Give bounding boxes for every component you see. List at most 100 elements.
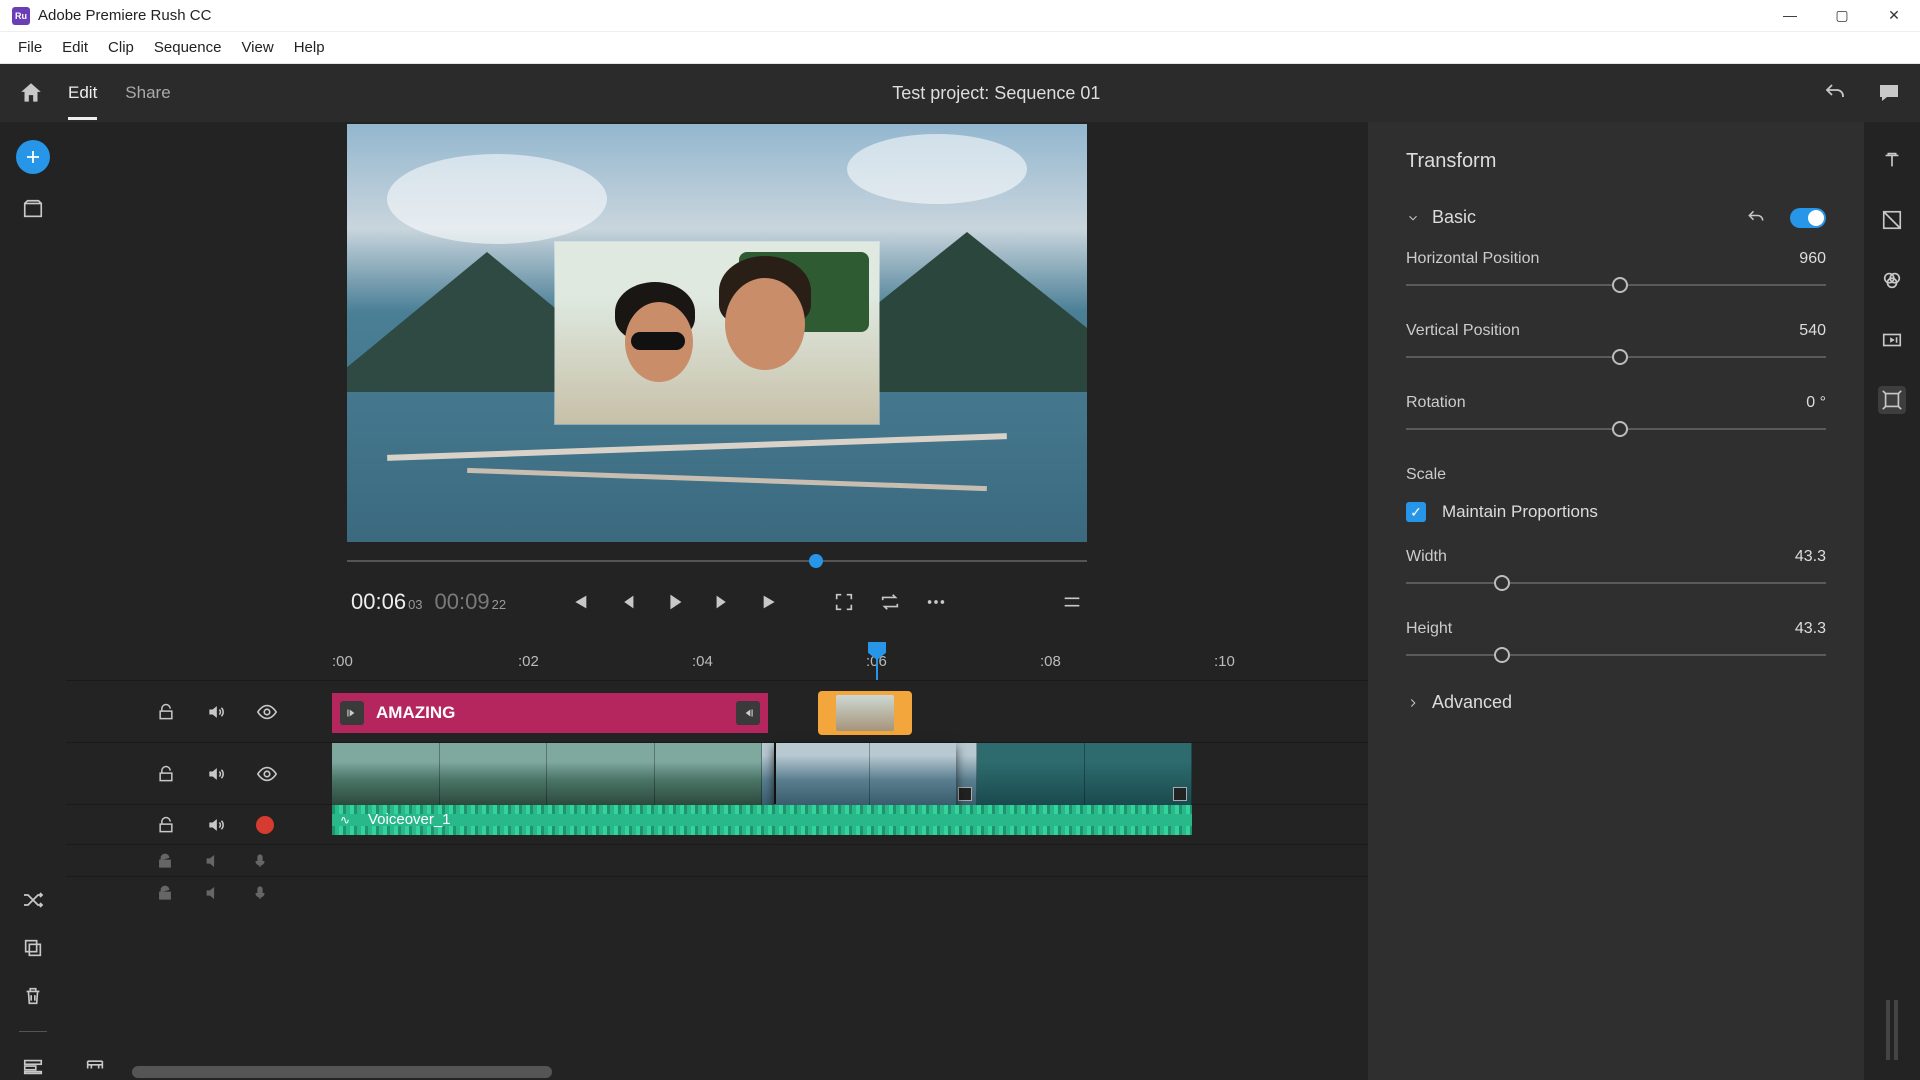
width-slider[interactable] (1406, 572, 1826, 594)
lock-icon[interactable] (156, 815, 176, 835)
step-forward-icon[interactable] (712, 591, 734, 613)
trash-icon[interactable] (20, 983, 46, 1009)
track-v1 (66, 742, 1368, 804)
project-title: Test project: Sequence 01 (171, 83, 1822, 104)
audio-meters (1886, 1000, 1898, 1060)
width-value[interactable]: 43.3 (1795, 548, 1826, 566)
pip-clip[interactable] (818, 691, 912, 735)
fullscreen-icon[interactable] (833, 591, 855, 613)
vpos-value[interactable]: 540 (1799, 322, 1826, 340)
track-a2 (66, 844, 1368, 876)
pip-overlay (555, 242, 879, 424)
lock-icon[interactable] (156, 764, 176, 784)
height-slider[interactable] (1406, 644, 1826, 666)
project-panel-icon[interactable] (20, 196, 46, 222)
go-to-start-icon[interactable] (568, 591, 590, 613)
tab-share[interactable]: Share (125, 67, 170, 119)
more-options-icon[interactable] (925, 591, 947, 613)
window-maximize-button[interactable]: ▢ (1834, 7, 1850, 24)
panel-title: Transform (1406, 150, 1826, 173)
video-clip[interactable] (332, 743, 1192, 805)
record-button[interactable] (256, 816, 274, 834)
mic-icon[interactable] (252, 885, 268, 901)
eye-icon[interactable] (256, 701, 278, 723)
feedback-icon[interactable] (1876, 81, 1902, 105)
mute-icon[interactable] (206, 764, 226, 784)
ruler-mark: :02 (518, 653, 539, 670)
video-preview[interactable] (347, 124, 1087, 542)
basic-toggle[interactable] (1790, 208, 1826, 228)
mute-icon[interactable] (206, 815, 226, 835)
title-clip[interactable]: AMAZING (332, 693, 768, 733)
menu-clip[interactable]: Clip (100, 35, 142, 60)
chevron-down-icon (1406, 211, 1420, 225)
timeline-scrollbar[interactable] (132, 1066, 552, 1078)
transform-tool-icon[interactable] (1878, 386, 1906, 414)
lock-icon[interactable] (156, 702, 176, 722)
timeline: :00 :02 :04 :06 :08 :10 AMAZING (66, 642, 1368, 1080)
timecode-duration-frames: 22 (492, 597, 506, 612)
titles-tool-icon[interactable] (1878, 146, 1906, 174)
menu-sequence[interactable]: Sequence (146, 35, 230, 60)
snap-icon[interactable] (84, 1052, 106, 1074)
audio-clip-label: Voiceover_1 (368, 811, 451, 828)
basic-label: Basic (1432, 207, 1734, 228)
lock-icon[interactable] (156, 884, 174, 902)
basic-section-header[interactable]: Basic (1406, 207, 1826, 228)
timeline-ruler[interactable]: :00 :02 :04 :06 :08 :10 (66, 642, 1368, 680)
loop-icon[interactable] (879, 591, 901, 613)
duplicate-icon[interactable] (20, 935, 46, 961)
lock-icon[interactable] (156, 852, 174, 870)
mute-icon[interactable] (206, 702, 226, 722)
play-icon[interactable] (664, 591, 686, 613)
shuffle-icon[interactable] (20, 887, 46, 913)
height-label: Height (1406, 620, 1452, 638)
window-close-button[interactable]: ✕ (1886, 7, 1902, 24)
menubar: File Edit Clip Sequence View Help (0, 32, 1920, 64)
menu-edit[interactable]: Edit (54, 35, 96, 60)
home-icon[interactable] (18, 80, 44, 106)
advanced-section-header[interactable]: Advanced (1406, 692, 1826, 713)
maintain-proportions-checkbox[interactable]: ✓ Maintain Proportions (1406, 502, 1826, 522)
rotation-slider[interactable] (1406, 418, 1826, 440)
menu-file[interactable]: File (10, 35, 50, 60)
mic-icon[interactable] (252, 853, 268, 869)
timecode: 00:06 03 00:09 22 (351, 589, 516, 615)
rotation-value[interactable]: 0 ° (1806, 394, 1826, 412)
vpos-label: Vertical Position (1406, 322, 1520, 340)
tracks-panel-icon[interactable] (20, 1054, 46, 1080)
menu-view[interactable]: View (233, 35, 281, 60)
speed-tool-icon[interactable] (1878, 326, 1906, 354)
height-value[interactable]: 43.3 (1795, 620, 1826, 638)
audio-clip[interactable]: ∿ Voiceover_1 (332, 805, 1192, 835)
right-toolbar (1864, 122, 1920, 1080)
step-back-icon[interactable] (616, 591, 638, 613)
preview-scrubber[interactable] (347, 552, 1087, 570)
chevron-right-icon (1406, 696, 1420, 710)
mute-icon[interactable] (204, 884, 222, 902)
hpos-slider[interactable] (1406, 274, 1826, 296)
preview-area: 00:06 03 00:09 22 (66, 122, 1368, 642)
window-minimize-button[interactable]: — (1782, 7, 1798, 24)
ruler-mark: :00 (332, 653, 353, 670)
color-tool-icon[interactable] (1878, 266, 1906, 294)
go-to-end-icon[interactable] (760, 591, 782, 613)
ruler-mark: :10 (1214, 653, 1235, 670)
app-icon: Ru (12, 7, 30, 25)
tab-edit[interactable]: Edit (68, 67, 97, 119)
transitions-tool-icon[interactable] (1878, 206, 1906, 234)
track-v2: AMAZING (66, 680, 1368, 742)
timeline-options-icon[interactable] (1061, 591, 1083, 613)
eye-icon[interactable] (256, 763, 278, 785)
transform-panel: Transform Basic Horizontal Position960 V… (1368, 122, 1864, 1080)
mute-icon[interactable] (204, 852, 222, 870)
undo-icon[interactable] (1822, 81, 1848, 105)
app-title: Adobe Premiere Rush CC (38, 7, 1782, 24)
playhead[interactable] (876, 642, 878, 680)
left-toolbar (0, 122, 66, 1080)
vpos-slider[interactable] (1406, 346, 1826, 368)
menu-help[interactable]: Help (286, 35, 333, 60)
reset-icon[interactable] (1746, 208, 1766, 228)
hpos-value[interactable]: 960 (1799, 250, 1826, 268)
add-media-button[interactable] (16, 140, 50, 174)
